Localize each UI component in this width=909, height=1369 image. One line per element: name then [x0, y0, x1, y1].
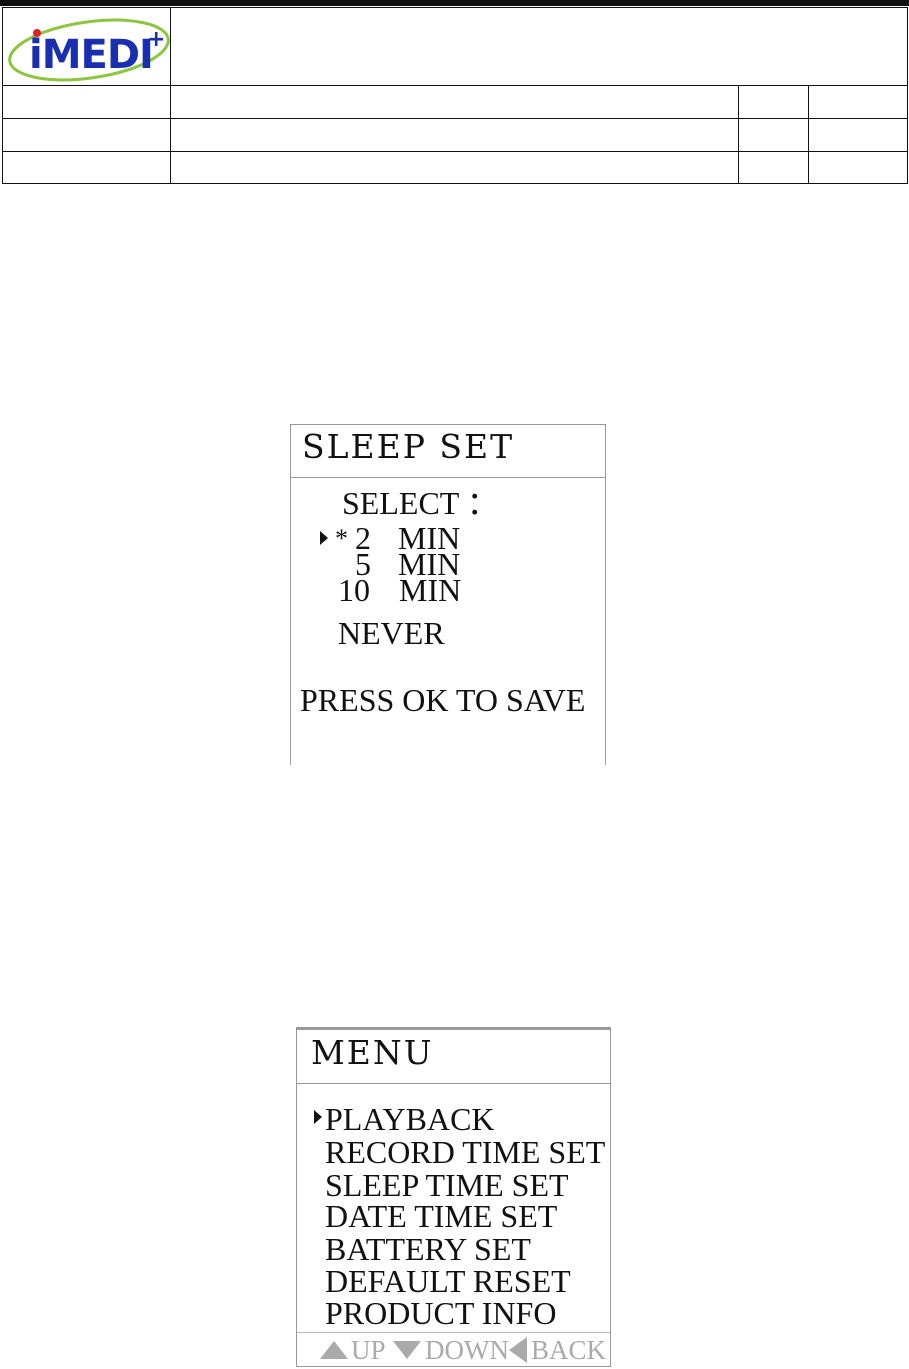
- select-prompt: SELECT ：: [342, 485, 499, 521]
- down-arrow-icon: [393, 1341, 421, 1359]
- nav-back-label: BACK: [531, 1335, 607, 1365]
- save-hint: PRESS OK TO SAVE: [300, 682, 586, 718]
- nav-hint-bar: UP DOWN BACK: [297, 1332, 610, 1366]
- header-col-divider: [170, 8, 171, 184]
- back-arrow-icon: [509, 1337, 527, 1363]
- nav-down-label: DOWN: [425, 1335, 509, 1365]
- menu-item-sleep-time-set[interactable]: SLEEP TIME SET: [325, 1169, 569, 1201]
- imedi-logo: iMEDI +: [7, 12, 170, 86]
- screen-title: MENU: [311, 1033, 434, 1072]
- svg-text:iMEDI: iMEDI: [29, 32, 153, 78]
- menu-item-default-reset[interactable]: DEFAULT RESET: [325, 1265, 571, 1297]
- selection-cursor-icon: [320, 531, 328, 545]
- screen-title-bar: SLEEP SET: [291, 425, 605, 478]
- header-col-divider: [808, 85, 809, 184]
- selected-marker: *: [335, 524, 348, 553]
- menu-item-date-time-set[interactable]: DATE TIME SET: [325, 1200, 557, 1232]
- sleep-set-screen: SLEEP SET SELECT ： * 2 MIN 5 MIN 10 MIN …: [290, 424, 606, 765]
- option-never[interactable]: NEVER: [338, 617, 445, 649]
- top-rule: [0, 0, 909, 6]
- option-value[interactable]: 10: [338, 574, 370, 606]
- up-arrow-icon: [320, 1341, 348, 1359]
- screen-title: SLEEP SET: [302, 427, 515, 466]
- menu-item-record-time-set[interactable]: RECORD TIME SET: [325, 1136, 605, 1168]
- header-col-divider: [738, 85, 739, 184]
- menu-item-playback[interactable]: PLAYBACK: [325, 1103, 495, 1135]
- header-row-divider: [3, 151, 907, 152]
- menu-screen: MENU PLAYBACK RECORD TIME SET SLEEP TIME…: [296, 1027, 611, 1367]
- nav-up-label: UP: [351, 1335, 386, 1365]
- screen-title-bar: MENU: [297, 1030, 610, 1084]
- svg-text:+: +: [147, 27, 165, 52]
- option-unit: MIN: [399, 572, 462, 608]
- document-header-table: iMEDI +: [2, 7, 908, 184]
- menu-item-product-info[interactable]: PRODUCT INFO: [325, 1297, 556, 1329]
- selection-cursor-icon: [314, 1110, 322, 1124]
- menu-item-battery-set[interactable]: BATTERY SET: [325, 1233, 531, 1265]
- header-row-divider: [3, 118, 907, 119]
